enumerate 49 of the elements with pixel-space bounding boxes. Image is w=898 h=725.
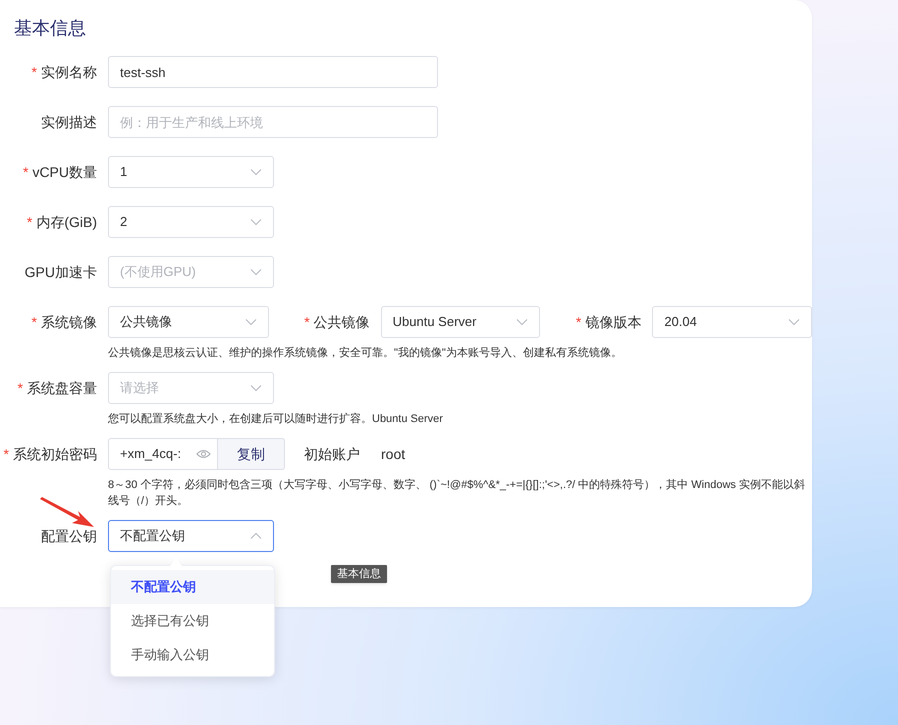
required-mark: * — [304, 312, 310, 332]
chevron-down-icon — [250, 268, 262, 276]
copy-button[interactable]: 复制 — [218, 438, 285, 470]
field-label: 实例描述 — [41, 112, 97, 132]
required-mark: * — [32, 312, 37, 332]
dropdown-option[interactable]: 手动输入公钥 — [111, 638, 274, 672]
account-label: 初始账户 — [304, 444, 360, 464]
chevron-down-icon — [250, 218, 262, 226]
dropdown-option[interactable]: 不配置公钥 — [111, 570, 274, 604]
select-field[interactable]: 20.04 — [652, 306, 812, 338]
field-label: 系统初始密码 — [13, 444, 97, 464]
required-mark: * — [18, 378, 23, 398]
chevron-down-icon — [244, 318, 257, 326]
help-text: 8～30 个字符，必须同时包含三项（大写字母、小写字母、数字、 ()`~!@#$%^&*_-+=|{}[]:;'<>,.?/ 中的特殊符号），其中 Windows 实例不能以斜线号（/）开头。 — [108, 478, 806, 509]
field-label: GPU加速卡 — [24, 262, 97, 282]
field-label: 实例名称 — [41, 62, 97, 82]
required-mark: * — [576, 312, 582, 332]
text-input[interactable]: 例：用于生产和线上环境 — [108, 106, 438, 138]
field-label: 公共镜像 — [314, 312, 370, 332]
field-label: 系统镜像 — [41, 312, 97, 332]
chevron-down-icon — [516, 318, 528, 326]
required-mark: * — [32, 62, 37, 82]
account-value: root — [381, 444, 406, 464]
field-label: 内存(GiB) — [36, 212, 97, 232]
tooltip: 基本信息 — [331, 565, 387, 583]
help-text: 公共镜像是思核云认证、维护的操作系统镜像，安全可靠。"我的镜像"为本账号导入、创建私有系统镜像。 — [108, 346, 623, 361]
chevron-down-icon — [250, 168, 262, 176]
select-field[interactable]: 1 — [108, 156, 274, 188]
select-field[interactable]: 公共镜像 — [108, 306, 269, 338]
required-mark: * — [26, 212, 32, 232]
dropdown-option[interactable]: 选择已有公钥 — [111, 604, 274, 638]
required-mark: * — [22, 162, 28, 182]
chevron-up-icon — [250, 532, 262, 540]
eye-icon[interactable] — [196, 449, 211, 459]
required-mark: * — [4, 444, 9, 464]
text-input[interactable]: test-ssh — [108, 56, 438, 88]
select-field[interactable]: Ubuntu Server — [380, 306, 540, 338]
chevron-down-icon — [788, 318, 800, 326]
section-title: 基本信息 — [14, 17, 87, 40]
field-label: vCPU数量 — [32, 162, 97, 182]
select-field[interactable]: 2 — [108, 206, 274, 238]
password-field[interactable]: +xm_4cq-: — [108, 438, 218, 470]
select-field[interactable]: 不配置公钥 — [108, 520, 274, 552]
field-label: 配置公钥 — [41, 526, 97, 546]
field-label: 镜像版本 — [585, 312, 642, 332]
field-label: 系统盘容量 — [27, 378, 97, 398]
help-text: 您可以配置系统盘大小，在创建后可以随时进行扩容。Ubuntu Server — [108, 412, 444, 427]
arrow-icon — [40, 495, 96, 529]
chevron-down-icon — [250, 384, 262, 392]
